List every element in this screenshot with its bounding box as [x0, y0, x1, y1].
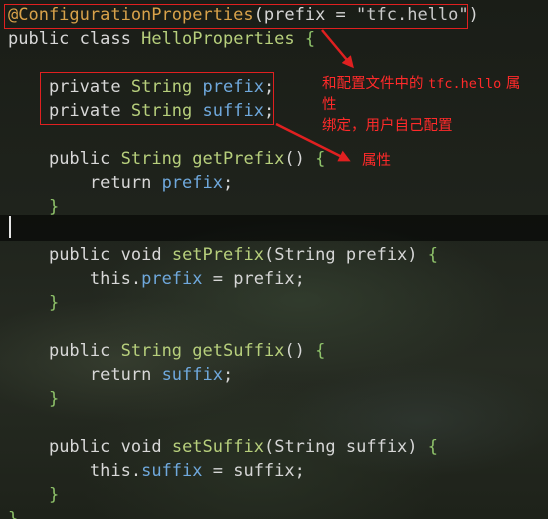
code-editor-screenshot: @ConfigurationProperties(prefix = "tfc.h… — [0, 0, 548, 519]
note-text: 绑定，用户自己配置 — [322, 118, 453, 134]
note-text: 和配置文件中的 — [322, 76, 429, 92]
config-binding-note: 和配置文件中的 tfc.hello 属 性 绑定，用户自己配置 — [322, 74, 520, 137]
arrow-to-note — [321, 29, 354, 69]
note-text: 属 — [501, 76, 521, 92]
note-code: tfc.hello — [428, 76, 502, 92]
note-text: 性 — [322, 97, 337, 113]
property-note: 属性 — [362, 153, 391, 169]
